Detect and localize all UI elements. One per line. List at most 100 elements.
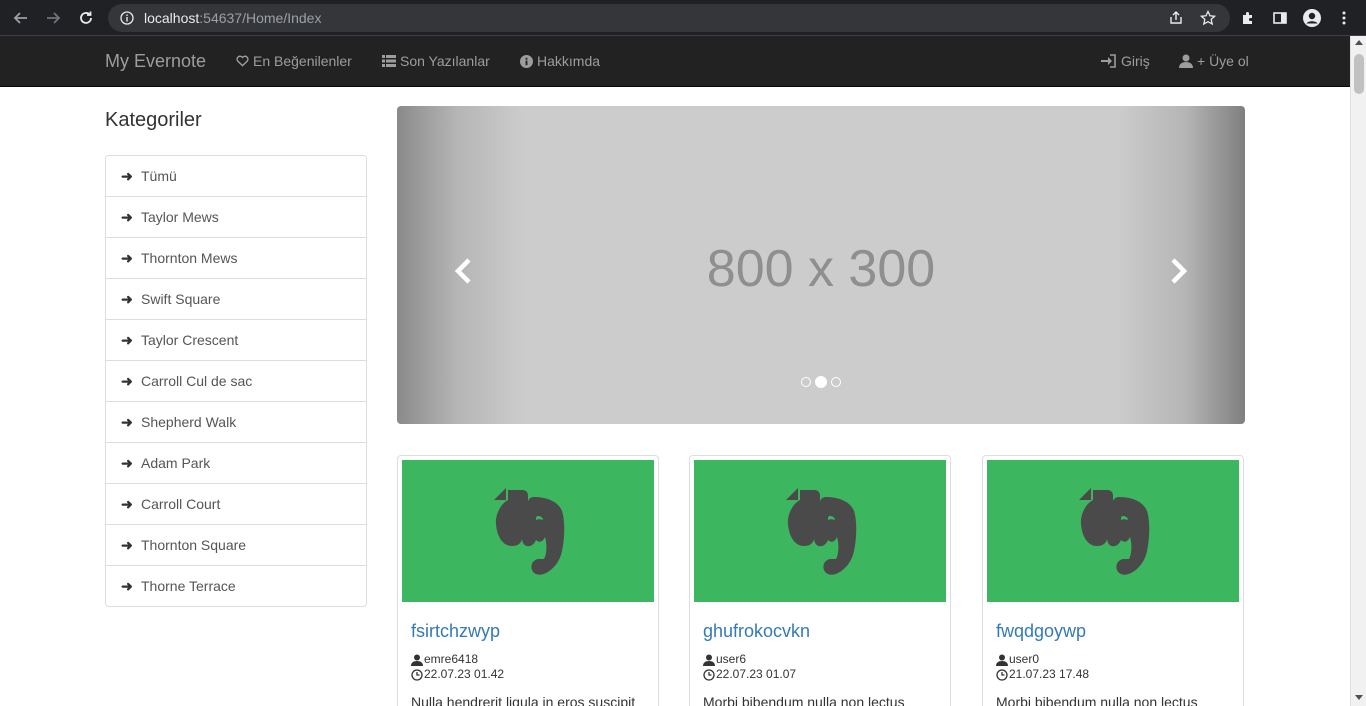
- category-item[interactable]: ➜ Taylor Mews: [106, 197, 366, 238]
- note-excerpt: Nulla hendrerit ligula in eros suscipit: [411, 694, 636, 706]
- category-item[interactable]: ➜ Tümü: [106, 156, 366, 197]
- category-item[interactable]: ➜ Taylor Crescent: [106, 320, 366, 361]
- note-meta: emre6418 22.07.23 01.42: [411, 652, 654, 682]
- reload-icon: [80, 11, 92, 24]
- arrow-right-icon: ➜: [121, 413, 133, 430]
- site-info-icon[interactable]: [120, 11, 134, 25]
- url-text: localhost:54637/Home/Index: [144, 10, 322, 26]
- avatar-icon: [1303, 9, 1321, 27]
- side-panel-button[interactable]: [1268, 6, 1292, 30]
- category-item[interactable]: ➜ Thornton Square: [106, 525, 366, 566]
- carousel-next-button[interactable]: [1163, 256, 1193, 286]
- nav-most-liked[interactable]: En Beğenilenler: [236, 53, 352, 69]
- arrow-right-icon: ➜: [121, 331, 133, 348]
- note-meta: user0 21.07.23 17.48: [996, 652, 1239, 682]
- note-date: 22.07.23 01.42: [424, 667, 505, 681]
- note-title-link[interactable]: fsirtchzwyp: [411, 621, 654, 642]
- category-item[interactable]: ➜ Carroll Court: [106, 484, 366, 525]
- browser-toolbar: localhost:54637/Home/Index: [0, 0, 1366, 36]
- nav-login[interactable]: Giriş: [1101, 53, 1150, 69]
- category-label: Swift Square: [141, 291, 221, 307]
- scroll-up-arrow-icon[interactable]: [1355, 40, 1363, 45]
- carousel-placeholder-text: 800 x 300: [706, 240, 936, 298]
- evernote-elephant-icon: [786, 488, 857, 575]
- user-icon: [996, 654, 1008, 666]
- categories-title: Kategoriler: [105, 109, 202, 131]
- category-label: Taylor Crescent: [141, 332, 239, 348]
- carousel-indicator[interactable]: [801, 377, 811, 387]
- category-item[interactable]: ➜ Swift Square: [106, 279, 366, 320]
- carousel-prev-button[interactable]: [449, 256, 479, 286]
- category-label: Adam Park: [141, 455, 211, 471]
- category-list: ➜ Tümü ➜ Taylor Mews ➜ Thornton Mews ➜ Swift…: [105, 155, 367, 607]
- nav-register[interactable]: + Üye ol: [1179, 53, 1249, 69]
- note-title-link[interactable]: ghufrokocvkn: [703, 621, 946, 642]
- category-label: Carroll Court: [141, 496, 221, 512]
- nav-recent-posts-label: Son Yazılanlar: [400, 53, 490, 69]
- reload-button[interactable]: [74, 6, 98, 30]
- arrow-right-icon: ➜: [121, 167, 133, 184]
- note-author: user0: [1009, 652, 1040, 666]
- category-item[interactable]: ➜ Thornton Mews: [106, 238, 366, 279]
- page-scrollbar[interactable]: [1350, 36, 1366, 706]
- nav-login-label: Giriş: [1121, 53, 1150, 69]
- note-image[interactable]: [694, 460, 946, 602]
- note-excerpt: Morbi bibendum nulla non lectus: [996, 694, 1198, 706]
- user-icon: [411, 654, 423, 666]
- heart-icon: [236, 55, 249, 67]
- note-date: 22.07.23 01.07: [716, 667, 797, 681]
- category-label: Taylor Mews: [141, 209, 219, 225]
- nav-about-label: Hakkımda: [537, 53, 601, 69]
- note-image[interactable]: [987, 460, 1239, 602]
- arrow-right-icon: ➜: [121, 454, 133, 471]
- category-label: Shepherd Walk: [141, 414, 237, 430]
- note-card: fwqdgoywp user0 21.07.23 17.48 Morbi bib…: [982, 455, 1244, 706]
- note-card: fsirtchzwyp emre6418 22.07.23 01.42 Null…: [397, 455, 659, 706]
- note-title-link[interactable]: fwqdgoywp: [996, 621, 1239, 642]
- note-image[interactable]: [402, 460, 654, 602]
- profile-button[interactable]: [1300, 6, 1324, 30]
- clock-icon: [996, 668, 1008, 681]
- category-item[interactable]: ➜ Shepherd Walk: [106, 402, 366, 443]
- category-item[interactable]: ➜ Adam Park: [106, 443, 366, 484]
- category-label: Carroll Cul de sac: [141, 373, 253, 389]
- extensions-button[interactable]: [1236, 6, 1260, 30]
- nav-about[interactable]: Hakkımda: [520, 53, 600, 69]
- scrollbar-thumb[interactable]: [1354, 54, 1364, 94]
- scroll-down-arrow-icon[interactable]: [1355, 695, 1363, 700]
- forward-arrow-icon: [47, 12, 61, 24]
- share-button[interactable]: [1164, 6, 1188, 30]
- category-label: Thorne Terrace: [141, 578, 236, 594]
- arrow-right-icon: ➜: [121, 577, 133, 594]
- brand-link[interactable]: My Evernote: [105, 51, 206, 72]
- forward-button[interactable]: [41, 6, 65, 30]
- kebab-menu-icon: [1342, 11, 1346, 25]
- arrow-right-icon: ➜: [121, 249, 133, 266]
- carousel-indicator-active[interactable]: [815, 376, 827, 388]
- note-date: 21.07.23 17.48: [1009, 667, 1090, 681]
- category-item[interactable]: ➜ Thorne Terrace: [106, 566, 366, 606]
- address-bar[interactable]: localhost:54637/Home/Index: [108, 4, 1230, 32]
- list-icon: [382, 55, 396, 67]
- nav-recent-posts[interactable]: Son Yazılanlar: [382, 53, 490, 69]
- chevron-right-icon: [1171, 258, 1188, 284]
- category-label: Tümü: [141, 168, 177, 184]
- carousel-indicator[interactable]: [831, 377, 841, 387]
- info-icon: [520, 54, 533, 68]
- menu-button[interactable]: [1332, 6, 1356, 30]
- carousel-indicators: [397, 376, 1245, 388]
- star-icon: [1200, 10, 1216, 26]
- user-icon: [703, 654, 715, 666]
- side-panel-icon: [1273, 12, 1287, 24]
- nav-most-liked-label: En Beğenilenler: [253, 53, 352, 69]
- category-item[interactable]: ➜ Carroll Cul de sac: [106, 361, 366, 402]
- category-label: Thornton Mews: [141, 250, 238, 266]
- note-meta: user6 22.07.23 01.07: [703, 652, 946, 682]
- chevron-left-icon: [454, 258, 471, 284]
- back-button[interactable]: [9, 6, 33, 30]
- user-icon: [1179, 54, 1193, 68]
- bookmark-button[interactable]: [1196, 6, 1220, 30]
- note-card: ghufrokocvkn user6 22.07.23 01.07 Morbi …: [689, 455, 951, 706]
- carousel: 800 x 300: [397, 106, 1245, 424]
- clock-icon: [703, 668, 715, 681]
